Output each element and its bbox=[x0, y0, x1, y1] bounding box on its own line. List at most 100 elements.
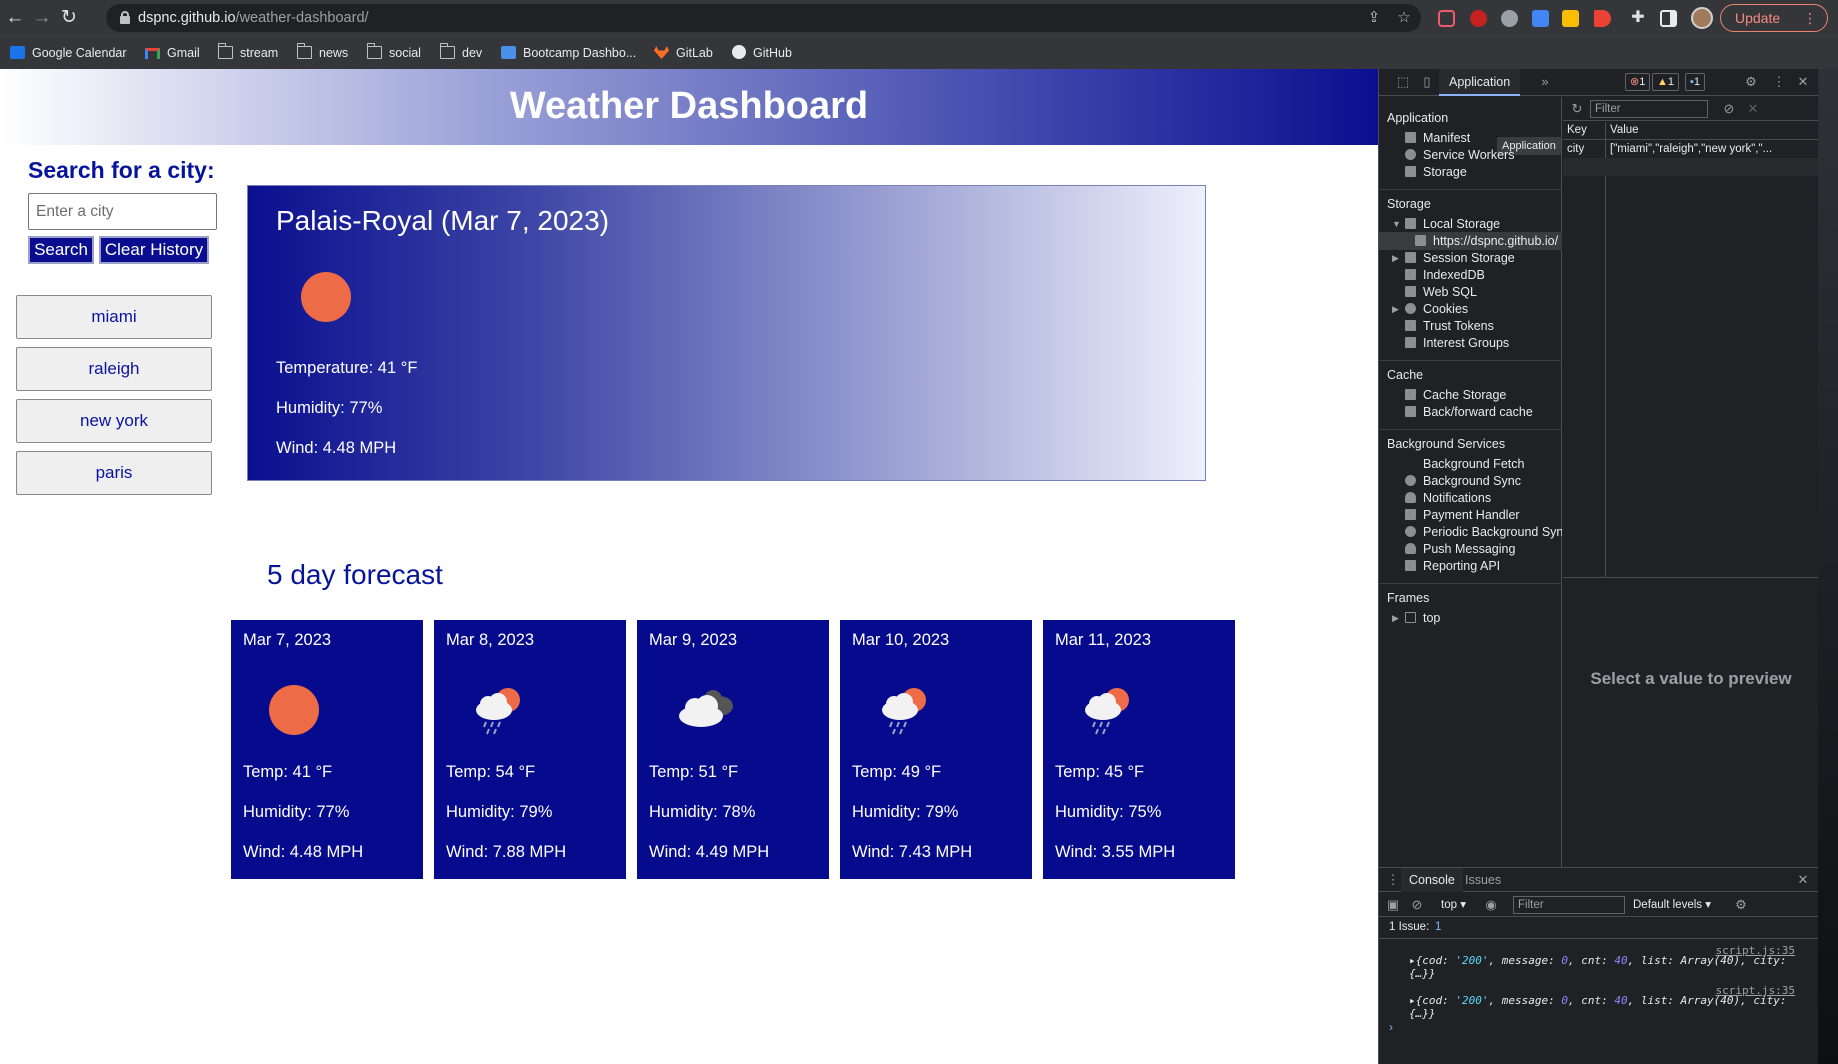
bookmark-bootcamp[interactable]: Bootcamp Dashbo... bbox=[501, 44, 636, 62]
url-text[interactable]: dspnc.github.io/weather-dashboard/ bbox=[138, 10, 369, 26]
sidebar-item-background-sync[interactable]: Background Sync bbox=[1405, 472, 1521, 490]
clear-all-icon[interactable]: ⊘ bbox=[1721, 101, 1737, 117]
sidebar-item-back-forward-cache[interactable]: Back/forward cache bbox=[1405, 403, 1533, 421]
sidebar-toggle-icon[interactable]: ▣ bbox=[1385, 897, 1401, 913]
sidebar-item-web-sql[interactable]: Web SQL bbox=[1405, 283, 1477, 301]
log-levels-dropdown[interactable]: Default levels ▾ bbox=[1633, 897, 1711, 911]
close-icon[interactable]: ✕ bbox=[1795, 74, 1811, 90]
device-toolbar-icon[interactable]: ▯ bbox=[1419, 74, 1435, 90]
extension-icon-5[interactable] bbox=[1562, 10, 1579, 27]
sidebar-item-background-fetch[interactable]: Background Fetch bbox=[1405, 455, 1524, 473]
sidebar-item-push-messaging[interactable]: Push Messaging bbox=[1405, 540, 1515, 558]
sidebar-item-periodic-background-sync[interactable]: Periodic Background Sync bbox=[1405, 523, 1562, 541]
pocket-extension-icon[interactable] bbox=[1438, 10, 1455, 27]
profile-avatar[interactable] bbox=[1691, 7, 1713, 29]
expand-down-icon[interactable]: ▼ bbox=[1392, 219, 1401, 229]
translate-extension-icon[interactable] bbox=[1532, 10, 1549, 27]
table-row-value[interactable]: ["miami","raleigh","new york","... bbox=[1610, 140, 1816, 158]
sidebar-item-cookies[interactable]: Cookies bbox=[1405, 300, 1468, 318]
search-button[interactable]: Search bbox=[28, 236, 94, 264]
tab-console[interactable]: Console bbox=[1401, 868, 1463, 892]
issues-bar[interactable]: 1 Issue: 1 bbox=[1379, 917, 1819, 939]
console-filter-input[interactable]: Filter bbox=[1513, 896, 1625, 914]
history-button-paris[interactable]: paris bbox=[16, 451, 212, 495]
sidebar-item-session-storage[interactable]: Session Storage bbox=[1405, 249, 1515, 267]
clear-console-icon[interactable]: ⊘ bbox=[1409, 897, 1425, 913]
error-badge[interactable]: ⊗1 bbox=[1625, 73, 1651, 91]
extensions-puzzle-icon[interactable]: ✚ bbox=[1627, 7, 1649, 29]
sidebar-item-cache-storage[interactable]: Cache Storage bbox=[1405, 386, 1506, 404]
bookmark-google-calendar[interactable]: Google Calendar bbox=[10, 44, 127, 62]
forecast-temp: Temp: 41 °F bbox=[243, 763, 333, 781]
sidebar-item-trust-tokens[interactable]: Trust Tokens bbox=[1405, 317, 1494, 335]
bookmarks-bar: Google Calendar Gmail stream news social… bbox=[0, 36, 1838, 69]
tab-issues[interactable]: Issues bbox=[1457, 868, 1509, 892]
gear-icon[interactable]: ⚙ bbox=[1743, 74, 1759, 90]
update-button[interactable]: Update ⋮ bbox=[1720, 4, 1828, 32]
warning-badge[interactable]: ▲1 bbox=[1652, 73, 1680, 91]
refresh-icon[interactable]: ↻ bbox=[1569, 101, 1585, 117]
expand-right-icon[interactable]: ▶ bbox=[1392, 304, 1399, 315]
cloud-icon bbox=[1405, 543, 1416, 554]
tab-application[interactable]: Application bbox=[1439, 69, 1521, 96]
bookmark-gitlab[interactable]: GitLab bbox=[654, 44, 713, 62]
bookmark-news[interactable]: news bbox=[296, 43, 348, 62]
side-panel-icon[interactable] bbox=[1660, 10, 1677, 27]
share-icon[interactable]: ⇪ bbox=[1366, 10, 1382, 26]
frame-icon bbox=[1405, 612, 1416, 623]
console-settings-icon[interactable]: ⚙ bbox=[1733, 897, 1749, 913]
sidebar-item-reporting-api[interactable]: Reporting API bbox=[1405, 557, 1500, 575]
sidebar-item-notifications[interactable]: Notifications bbox=[1405, 489, 1491, 507]
back-arrow-icon[interactable]: ← bbox=[4, 7, 26, 29]
sidebar-item-payment-handler[interactable]: Payment Handler bbox=[1405, 506, 1520, 524]
more-tabs-icon[interactable]: » bbox=[1537, 74, 1553, 90]
database-icon bbox=[1405, 269, 1416, 280]
extension-icon-6[interactable] bbox=[1594, 10, 1611, 27]
key-column-header[interactable]: Key bbox=[1567, 122, 1587, 139]
sidebar-item-interest-groups[interactable]: Interest Groups bbox=[1405, 334, 1509, 352]
info-badge[interactable]: ▪1 bbox=[1685, 73, 1706, 91]
sidebar-item-frame-top[interactable]: top bbox=[1405, 609, 1440, 627]
drawer-menu-icon[interactable]: ⋮ bbox=[1385, 872, 1401, 888]
forecast-date: Mar 11, 2023 bbox=[1055, 631, 1152, 649]
bookmark-star-icon[interactable]: ☆ bbox=[1396, 10, 1412, 26]
close-drawer-icon[interactable]: ✕ bbox=[1795, 872, 1811, 888]
bookmark-github[interactable]: GitHub bbox=[732, 44, 792, 62]
address-bar[interactable]: dspnc.github.io/weather-dashboard/ ⇪ ☆ bbox=[106, 4, 1421, 32]
sidebar-item-manifest[interactable]: Manifest bbox=[1405, 129, 1470, 147]
city-search-input[interactable] bbox=[28, 193, 217, 230]
history-button-raleigh[interactable]: raleigh bbox=[16, 347, 212, 391]
inspect-element-icon[interactable]: ⬚ bbox=[1395, 74, 1411, 90]
rain-sun-cloud-icon bbox=[1075, 682, 1137, 736]
console-prompt-icon[interactable]: › bbox=[1389, 1020, 1393, 1034]
table-row-key[interactable]: city bbox=[1567, 140, 1603, 158]
delete-selected-icon[interactable]: ✕ bbox=[1745, 101, 1761, 117]
bookmark-dev[interactable]: dev bbox=[439, 43, 482, 62]
sidebar-item-local-storage[interactable]: Local Storage bbox=[1405, 215, 1500, 233]
value-column-header[interactable]: Value bbox=[1610, 122, 1639, 139]
expand-right-icon[interactable]: ▶ bbox=[1392, 253, 1399, 264]
bookmark-social[interactable]: social bbox=[366, 43, 421, 62]
storage-filter-input[interactable]: Filter bbox=[1590, 100, 1708, 118]
console-log-entry[interactable]: ▸{cod: '200', message: 0, cnt: 40, list:… bbox=[1409, 994, 1789, 1020]
console-toolbar: ▣ ⊘ top ▾ ◉ Filter Default levels ▾ ⚙ bbox=[1379, 893, 1819, 917]
sidebar-item-service-workers[interactable]: Service Workers bbox=[1405, 146, 1514, 164]
context-selector[interactable]: top ▾ bbox=[1441, 897, 1466, 911]
forward-arrow-icon[interactable]: → bbox=[31, 7, 53, 29]
eye-icon[interactable]: ◉ bbox=[1483, 897, 1499, 913]
history-button-new-york[interactable]: new york bbox=[16, 399, 212, 443]
sidebar-item-storage[interactable]: Storage bbox=[1405, 163, 1467, 181]
console-log-entry[interactable]: ▸{cod: '200', message: 0, cnt: 40, list:… bbox=[1409, 954, 1789, 980]
expand-right-icon[interactable]: ▶ bbox=[1392, 613, 1399, 624]
bookmark-stream[interactable]: stream bbox=[217, 43, 278, 62]
bookmark-gmail[interactable]: Gmail bbox=[145, 44, 200, 62]
kebab-menu-icon[interactable]: ⋮ bbox=[1771, 74, 1787, 90]
clear-history-button[interactable]: Clear History bbox=[99, 236, 209, 264]
sidebar-item-local-storage-origin[interactable]: https://dspnc.github.io/ bbox=[1379, 232, 1562, 250]
database-icon bbox=[1405, 406, 1416, 417]
ublock-extension-icon[interactable] bbox=[1470, 10, 1487, 27]
extension-icon-3[interactable] bbox=[1501, 10, 1518, 27]
history-button-miami[interactable]: miami bbox=[16, 295, 212, 339]
sidebar-item-indexeddb[interactable]: IndexedDB bbox=[1405, 266, 1485, 284]
reload-icon[interactable]: ↻ bbox=[58, 7, 80, 29]
